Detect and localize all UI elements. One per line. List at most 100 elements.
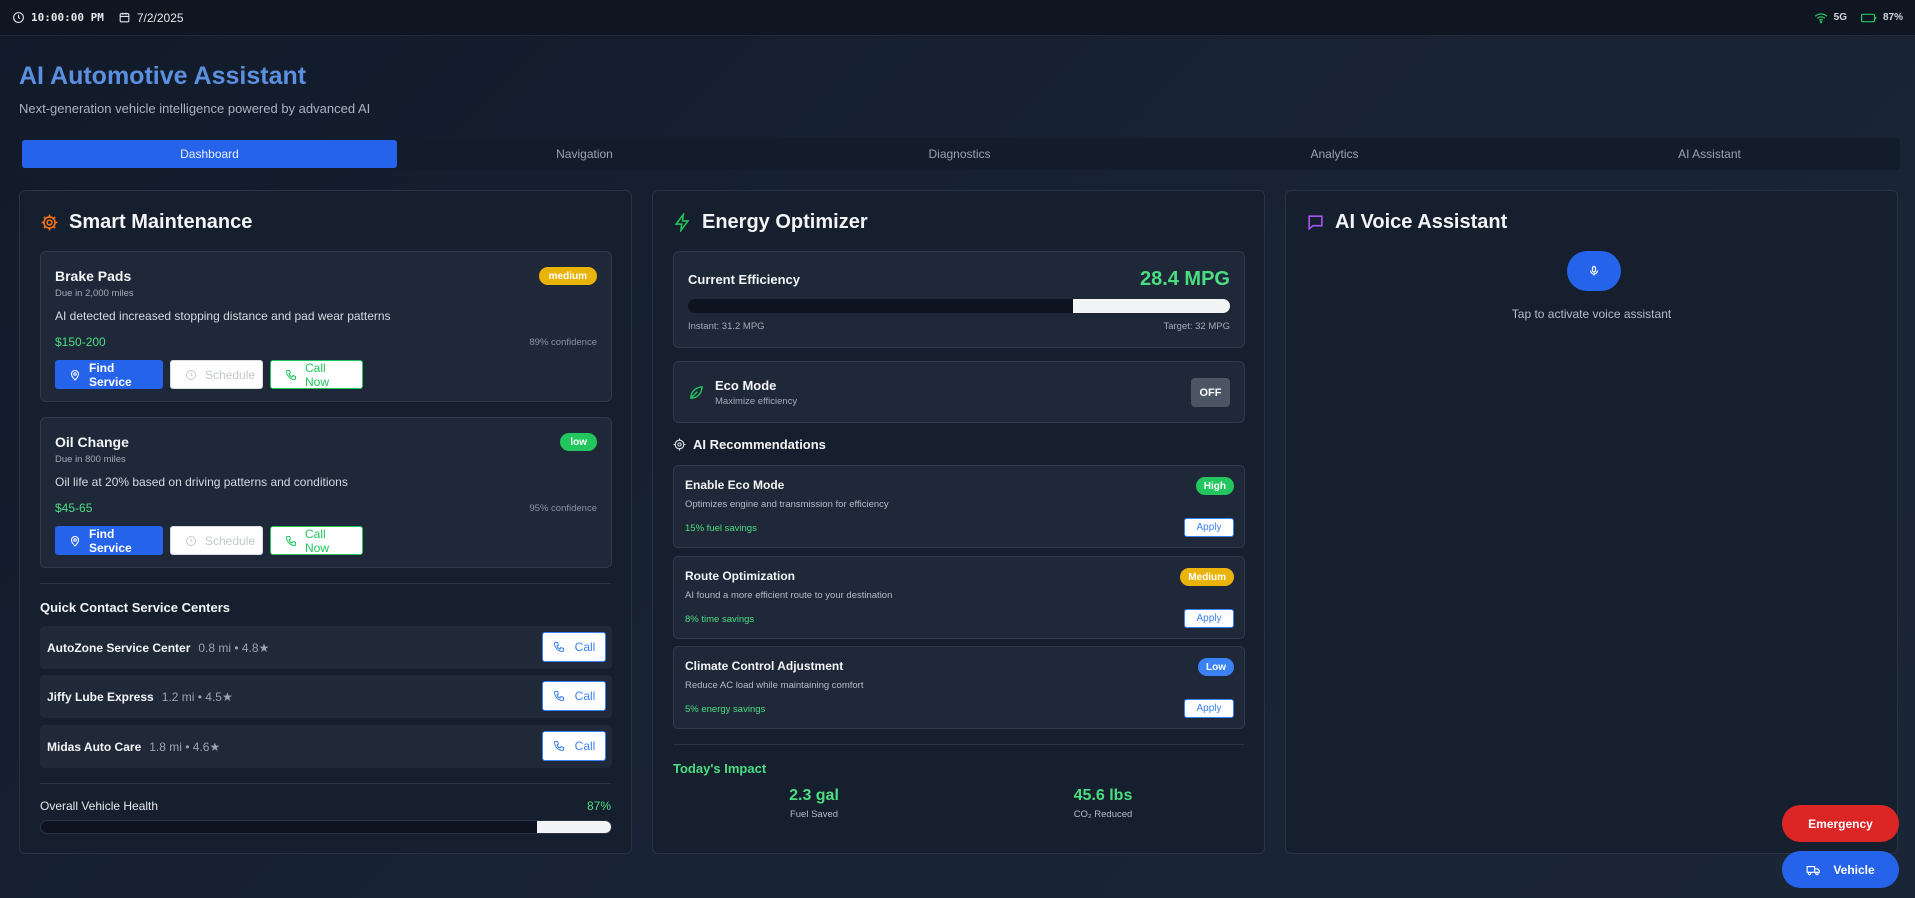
maintenance-card: Brake Pads Due in 2,000 miles AI detecte… — [40, 251, 612, 402]
recommendation-title: Climate Control Adjustment — [685, 659, 844, 673]
maintenance-actions: Find Service Schedule Call Now — [55, 360, 363, 389]
recommendation-card: Enable Eco Mode Optimizes engine and tra… — [673, 465, 1245, 548]
eco-mode-toggle[interactable]: OFF — [1191, 378, 1230, 407]
recommendations-title: AI Recommendations — [693, 437, 826, 452]
maintenance-due: Due in 800 miles — [55, 454, 126, 465]
call-now-label: Call Now — [305, 526, 330, 555]
microphone-icon — [1588, 264, 1600, 278]
clock-icon — [185, 535, 197, 547]
find-service-label: Find Service — [89, 360, 132, 389]
phone-icon — [285, 535, 297, 547]
clock: 10:00:00 PM — [12, 11, 104, 24]
call-now-button[interactable]: Call Now — [270, 360, 363, 389]
wifi-icon — [1814, 12, 1828, 24]
panel-title: AI Voice Assistant — [1306, 211, 1507, 234]
apply-button[interactable]: Apply — [1184, 609, 1234, 628]
tab-ai-assistant[interactable]: AI Assistant — [1522, 140, 1897, 168]
find-service-label: Find Service — [89, 526, 132, 555]
impact-label: CO₂ Reduced — [1073, 809, 1133, 820]
vehicle-label: Vehicle — [1833, 862, 1875, 877]
service-center-meta: 0.8 mi • 4.8★ — [198, 640, 270, 655]
recommendation-title: Enable Eco Mode — [685, 478, 785, 492]
apply-button[interactable]: Apply — [1184, 699, 1234, 718]
call-button[interactable]: Call — [542, 681, 606, 711]
vehicle-health-value: 87% — [586, 799, 611, 813]
energy-optimizer-panel: Energy Optimizer Current Efficiency 28.4… — [652, 190, 1265, 854]
priority-badge: High — [1195, 477, 1234, 495]
find-service-button[interactable]: Find Service — [55, 526, 163, 555]
tab-diagnostics[interactable]: Diagnostics — [772, 140, 1147, 168]
status-bar: 10:00:00 PM 7/2/2025 5G 87% — [0, 0, 1915, 36]
instant-mpg: Instant: 31.2 MPG — [688, 321, 765, 332]
gear-icon — [40, 213, 59, 232]
service-center-name: Jiffy Lube Express — [47, 689, 154, 704]
emergency-button[interactable]: Emergency — [1782, 805, 1899, 842]
truck-icon — [1806, 864, 1821, 876]
page-subtitle: Next-generation vehicle intelligence pow… — [19, 101, 371, 116]
divider — [673, 744, 1244, 745]
recommendations-header: AI Recommendations — [673, 437, 826, 452]
impact-co2-reduced: 45.6 lbs CO₂ Reduced — [1003, 787, 1203, 820]
tab-navigation[interactable]: Navigation — [397, 140, 772, 168]
call-label: Call — [574, 640, 596, 654]
clock-icon — [185, 369, 197, 381]
eco-mode-card: Eco Mode Maximize efficiency OFF — [673, 361, 1245, 423]
impact-label: Fuel Saved — [789, 809, 839, 820]
vehicle-button[interactable]: Vehicle — [1782, 851, 1899, 888]
schedule-label: Schedule — [205, 367, 256, 382]
chat-bubble-icon — [1306, 213, 1325, 232]
efficiency-card: Current Efficiency 28.4 MPG Instant: 31.… — [673, 251, 1245, 348]
maintenance-description: Oil life at 20% based on driving pattern… — [55, 475, 348, 489]
impact-value: 2.3 gal — [789, 787, 839, 804]
panel-title: Energy Optimizer — [673, 211, 868, 234]
call-now-button[interactable]: Call Now — [270, 526, 363, 555]
efficiency-fill — [1072, 299, 1230, 313]
phone-icon — [553, 641, 565, 653]
schedule-button[interactable]: Schedule — [170, 360, 263, 389]
confidence-text: 89% confidence — [529, 337, 597, 348]
gear-icon — [673, 438, 686, 451]
efficiency-value: 28.4 MPG — [1139, 268, 1230, 290]
leaf-icon — [688, 384, 705, 401]
call-button[interactable]: Call — [542, 731, 606, 761]
priority-badge: medium — [538, 267, 597, 285]
confidence-text: 95% confidence — [529, 503, 597, 514]
recommendation-savings: 5% energy savings — [685, 704, 766, 715]
recommendation-description: Optimizes engine and transmission for ef… — [685, 499, 889, 510]
cost-estimate: $45-65 — [55, 501, 93, 515]
panel-title-text: Energy Optimizer — [702, 211, 868, 233]
date: 7/2/2025 — [118, 11, 184, 25]
microphone-button[interactable] — [1567, 251, 1621, 291]
date-text: 7/2/2025 — [136, 10, 184, 25]
schedule-button[interactable]: Schedule — [170, 526, 263, 555]
maintenance-actions: Find Service Schedule Call Now — [55, 526, 363, 555]
tab-analytics[interactable]: Analytics — [1147, 140, 1522, 168]
apply-button[interactable]: Apply — [1184, 518, 1234, 537]
service-center-meta: 1.2 mi • 4.5★ — [161, 689, 233, 704]
divider — [40, 783, 611, 784]
call-button[interactable]: Call — [542, 632, 606, 662]
priority-badge: Low — [1198, 658, 1234, 676]
time-text: 10:00:00 PM — [31, 11, 104, 24]
service-center-meta: 1.8 mi • 4.6★ — [149, 739, 221, 754]
tab-dashboard[interactable]: Dashboard — [22, 140, 397, 168]
call-label: Call — [574, 739, 596, 753]
panel-title-text: Smart Maintenance — [69, 211, 253, 233]
call-label: Call — [574, 689, 596, 703]
smart-maintenance-panel: Smart Maintenance Brake Pads Due in 2,00… — [19, 190, 632, 854]
schedule-label: Schedule — [205, 533, 256, 548]
network-status: 5G — [1814, 12, 1847, 24]
service-center-row: Jiffy Lube Express 1.2 mi • 4.5★ Call — [40, 675, 612, 718]
calendar-icon — [118, 11, 131, 24]
battery-status: 87% — [1860, 12, 1903, 23]
cost-estimate: $150-200 — [55, 335, 106, 349]
page-title: AI Automotive Assistant — [19, 62, 307, 90]
voice-assistant-panel: AI Voice Assistant Tap to activate voice… — [1285, 190, 1898, 854]
recommendation-savings: 15% fuel savings — [685, 523, 757, 534]
divider — [40, 583, 611, 584]
impact-value: 45.6 lbs — [1073, 787, 1133, 804]
efficiency-bar — [688, 299, 1230, 313]
find-service-button[interactable]: Find Service — [55, 360, 163, 389]
phone-icon — [553, 740, 565, 752]
panel-title-text: AI Voice Assistant — [1335, 211, 1508, 233]
